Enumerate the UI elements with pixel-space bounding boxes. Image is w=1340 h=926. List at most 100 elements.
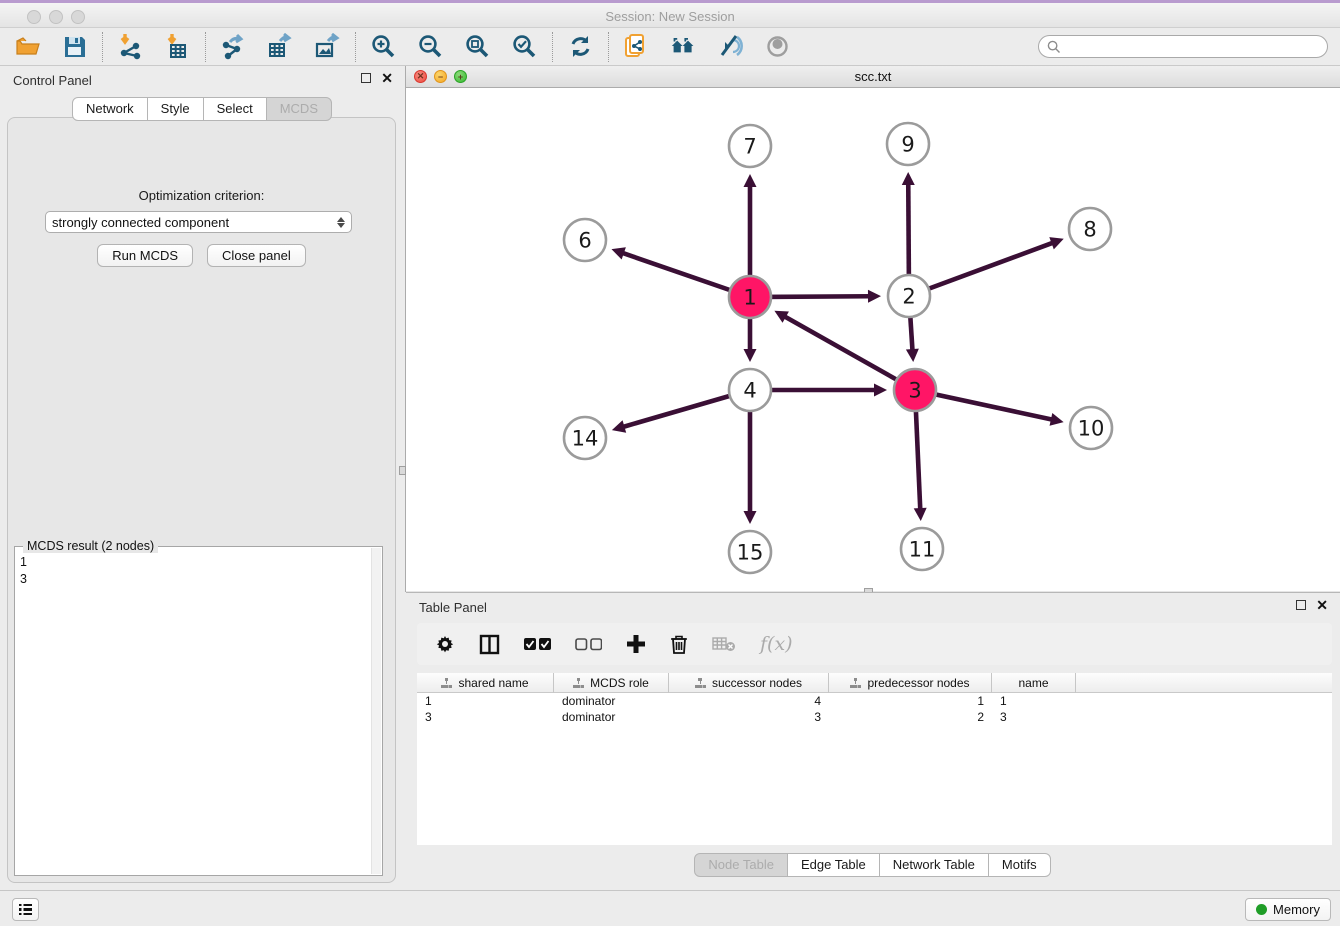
graph-node-4[interactable]: 4	[729, 369, 771, 411]
float-panel-icon[interactable]	[361, 73, 371, 83]
hide-graphics-details-icon[interactable]	[717, 33, 744, 60]
close-panel-button[interactable]: Close panel	[207, 244, 306, 267]
mcds-panel: Optimization criterion: strongly connect…	[7, 117, 396, 883]
table-tabs: Node TableEdge TableNetwork TableMotifs	[406, 853, 1340, 877]
search-input[interactable]	[1066, 40, 1319, 54]
criterion-dropdown[interactable]: strongly connected component	[45, 211, 352, 233]
column-label: MCDS role	[590, 676, 649, 690]
refresh-icon[interactable]	[567, 33, 594, 60]
graph-node-3[interactable]: 3	[894, 369, 936, 411]
export-table-icon[interactable]	[267, 33, 294, 60]
open-file-icon[interactable]	[14, 33, 41, 60]
save-session-icon[interactable]	[61, 33, 88, 60]
column-label: successor nodes	[712, 676, 802, 690]
edge-arrow-icon	[744, 511, 757, 524]
network-window-titlebar[interactable]: ✕ − + scc.txt	[406, 66, 1340, 88]
task-history-button[interactable]	[12, 898, 39, 921]
cell-predecessor-nodes[interactable]: 1	[829, 694, 992, 708]
mcds-result-text[interactable]: 1 3	[18, 550, 370, 872]
graph-node-10[interactable]: 10	[1070, 407, 1112, 449]
float-table-panel-icon[interactable]	[1296, 600, 1306, 610]
application-window: Session: New Session	[0, 0, 1340, 926]
control-panel-tabs: NetworkStyleSelectMCDS	[0, 97, 405, 121]
run-mcds-button[interactable]: Run MCDS	[97, 244, 193, 267]
cell-predecessor-nodes[interactable]: 2	[829, 710, 992, 724]
cell-name[interactable]: 3	[992, 710, 1076, 724]
duplicate-network-icon[interactable]	[623, 33, 650, 60]
zoom-in-icon[interactable]	[370, 33, 397, 60]
select-all-icon[interactable]	[524, 638, 551, 651]
search-box[interactable]	[1038, 35, 1328, 58]
tab-mcds[interactable]: MCDS	[266, 97, 332, 121]
close-panel-icon[interactable]: ✕	[381, 73, 393, 83]
graph-node-8[interactable]: 8	[1069, 208, 1111, 250]
tab-style[interactable]: Style	[147, 97, 204, 121]
tab-network-table[interactable]: Network Table	[879, 853, 989, 877]
cell-name[interactable]: 1	[992, 694, 1076, 708]
import-table-icon[interactable]	[164, 33, 191, 60]
graph-node-11[interactable]: 11	[901, 528, 943, 570]
column-layout-icon[interactable]	[479, 634, 500, 655]
cell-MCDS-role[interactable]: dominator	[554, 710, 669, 724]
memory-button[interactable]: Memory	[1245, 898, 1331, 921]
first-neighbors-icon[interactable]	[670, 33, 697, 60]
network-view-window: ✕ − + scc.txt 7 9 6 8 1 2 4 3 14 10 15 11	[406, 66, 1340, 592]
graph-node-7[interactable]: 7	[729, 125, 771, 167]
zoom-fit-icon[interactable]	[464, 33, 491, 60]
hierarchy-icon	[695, 678, 706, 688]
export-image-icon[interactable]	[314, 33, 341, 60]
hierarchy-icon	[850, 678, 861, 688]
edge-2-8[interactable]	[909, 243, 1053, 296]
column-label: shared name	[458, 676, 528, 690]
tab-network[interactable]: Network	[72, 97, 148, 121]
tab-select[interactable]: Select	[203, 97, 267, 121]
export-network-icon[interactable]	[220, 33, 247, 60]
tab-node-table[interactable]: Node Table	[694, 853, 788, 877]
column-header-name[interactable]: name	[992, 673, 1076, 693]
delete-icon[interactable]	[670, 634, 688, 655]
svg-text:11: 11	[909, 538, 936, 562]
table-row[interactable]: 1dominator411	[417, 693, 1332, 709]
mcds-result-group: MCDS result (2 nodes) 1 3	[14, 546, 383, 876]
edge-3-1[interactable]	[784, 316, 915, 390]
gear-icon[interactable]	[435, 634, 455, 654]
cell-shared-name[interactable]: 1	[417, 694, 554, 708]
splitter-grip[interactable]	[399, 466, 406, 475]
hierarchy-icon	[441, 678, 452, 688]
column-header-MCDS-role[interactable]: MCDS role	[554, 673, 669, 693]
dropdown-stepper-icon	[337, 217, 345, 228]
import-network-icon[interactable]	[117, 33, 144, 60]
cell-shared-name[interactable]: 3	[417, 710, 554, 724]
cell-MCDS-role[interactable]: dominator	[554, 694, 669, 708]
graph-node-2[interactable]: 2	[888, 275, 930, 317]
zoom-out-icon[interactable]	[417, 33, 444, 60]
list-icon	[19, 904, 32, 915]
graph-node-14[interactable]: 14	[564, 417, 606, 459]
table-panel-title: Table Panel	[419, 600, 487, 615]
tab-edge-table[interactable]: Edge Table	[787, 853, 880, 877]
close-table-panel-icon[interactable]: ✕	[1316, 600, 1328, 610]
column-header-shared-name[interactable]: shared name	[417, 673, 554, 693]
edge-arrow-icon	[914, 508, 927, 521]
table-header: shared name MCDS role successor nodes prede…	[417, 673, 1332, 693]
graph-node-9[interactable]: 9	[887, 123, 929, 165]
graph-node-1[interactable]: 1	[729, 276, 771, 318]
deselect-all-icon[interactable]	[575, 638, 602, 651]
graph-node-15[interactable]: 15	[729, 531, 771, 573]
svg-text:15: 15	[737, 541, 764, 565]
column-header-successor-nodes[interactable]: successor nodes	[669, 673, 829, 693]
vertical-splitter[interactable]	[399, 66, 406, 592]
main-toolbar	[0, 28, 1340, 66]
tab-motifs[interactable]: Motifs	[988, 853, 1051, 877]
zoom-selected-icon[interactable]	[511, 33, 538, 60]
search-icon	[1047, 40, 1061, 54]
edge-arrow-icon	[744, 174, 757, 187]
result-scrollbar[interactable]	[371, 548, 381, 874]
table-row[interactable]: 3dominator323	[417, 709, 1332, 725]
add-icon[interactable]	[626, 634, 646, 654]
column-header-predecessor-nodes[interactable]: predecessor nodes	[829, 673, 992, 693]
network-canvas[interactable]: 7 9 6 8 1 2 4 3 14 10 15 11	[406, 88, 1340, 592]
cell-successor-nodes[interactable]: 4	[669, 694, 829, 708]
cell-successor-nodes[interactable]: 3	[669, 710, 829, 724]
graph-node-6[interactable]: 6	[564, 219, 606, 261]
